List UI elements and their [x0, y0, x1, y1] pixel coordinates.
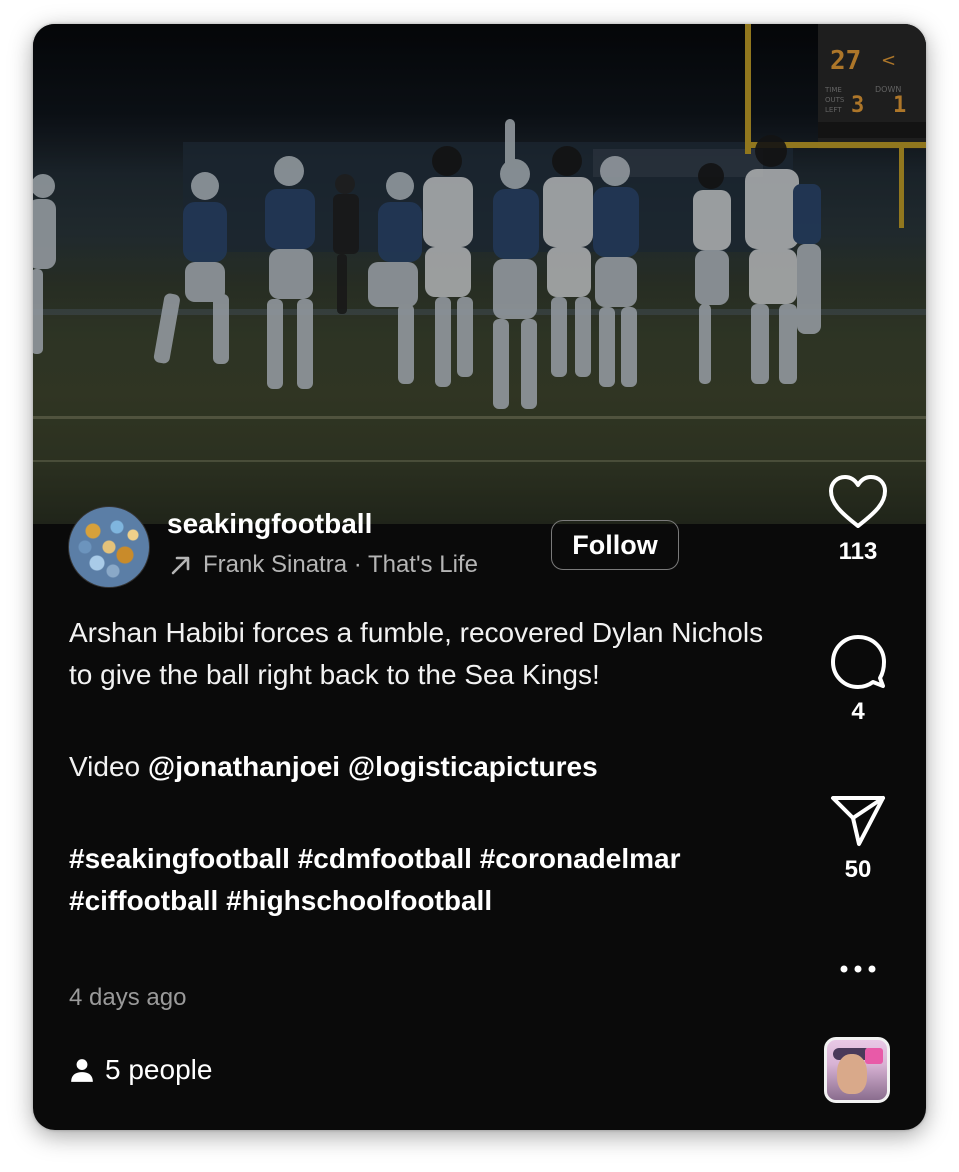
mention-jonathanjoei[interactable]: @jonathanjoei	[148, 751, 340, 782]
send-icon[interactable]	[829, 792, 887, 848]
mention-logisticapictures[interactable]: @logisticapictures	[348, 751, 598, 782]
video-overlay	[33, 24, 926, 524]
username[interactable]: seakingfootball	[167, 508, 372, 540]
heart-icon[interactable]	[828, 474, 888, 530]
person-icon	[71, 1059, 93, 1082]
audio-label: Frank Sinatra · That's Life	[203, 551, 478, 578]
post-time: 4 days ago	[69, 984, 187, 1011]
caption-text: Arshan Habibi forces a fumble, recovered…	[69, 617, 764, 690]
avatar[interactable]	[68, 506, 150, 588]
audio-link[interactable]: Frank Sinatra · That's Life	[169, 551, 478, 579]
hashtags[interactable]: #seakingfootball #cdmfootball #coronadel…	[69, 838, 769, 922]
reel-card: 27 < TIME OUTS LEFT 3 DOWN 1 seakingfoot…	[33, 24, 926, 1130]
arrow-up-right-icon	[171, 556, 190, 575]
audio-album-art[interactable]	[824, 1037, 890, 1103]
like-count: 113	[838, 538, 878, 565]
tagged-people[interactable]: 5 people	[69, 1054, 212, 1086]
caption-credits: Video @jonathanjoei @logisticapictures	[69, 746, 769, 788]
video-player[interactable]: 27 < TIME OUTS LEFT 3 DOWN 1	[33, 24, 926, 524]
more-dots-icon	[840, 965, 876, 973]
video-prefix: Video	[69, 751, 148, 782]
caption: Arshan Habibi forces a fumble, recovered…	[69, 612, 769, 922]
more-options-button[interactable]	[833, 954, 883, 984]
people-label: 5 people	[105, 1054, 213, 1085]
follow-button[interactable]: Follow	[551, 520, 679, 570]
comment-action[interactable]: 4	[823, 634, 893, 726]
comment-count: 4	[851, 698, 865, 725]
comment-bubble-icon[interactable]	[830, 634, 886, 690]
share-count: 50	[844, 856, 872, 883]
like-action[interactable]: 113	[823, 474, 893, 566]
share-action[interactable]: 50	[823, 792, 893, 884]
